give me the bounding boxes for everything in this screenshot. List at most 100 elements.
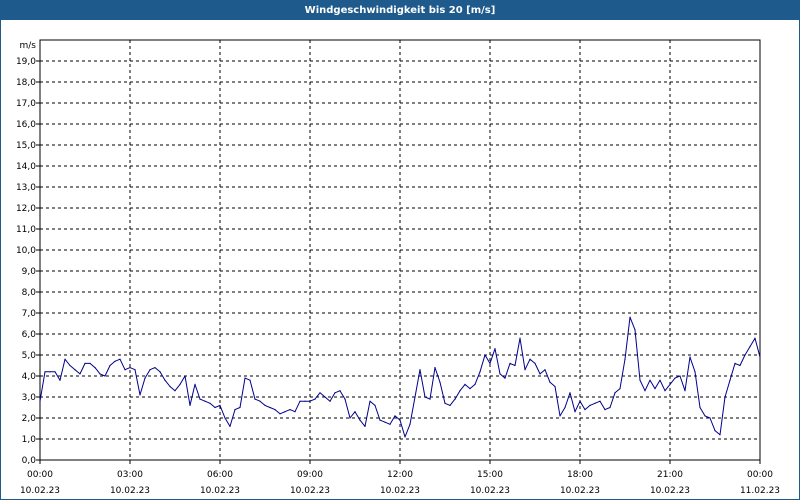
- data-point: [569, 392, 571, 394]
- data-point: [424, 396, 426, 398]
- x-tick-date-label: 10.02.23: [560, 486, 600, 496]
- data-point: [614, 392, 616, 394]
- data-point: [209, 402, 211, 404]
- x-axis: 00:00 10.02.23 03:00 10.02.23 06:00 10.02.23 0…: [20, 460, 780, 496]
- y-axis-unit-label: m/s: [20, 41, 37, 51]
- data-point: [54, 371, 56, 373]
- x-tick-date-label: 10.02.23: [20, 486, 60, 496]
- data-point: [329, 400, 331, 402]
- data-point: [74, 369, 76, 371]
- x-tick-time-label: 03:00: [117, 470, 143, 480]
- data-point: [169, 385, 171, 388]
- data-point: [669, 383, 671, 385]
- x-tick-date-label: 10.02.23: [200, 486, 240, 496]
- data-point: [359, 419, 361, 421]
- data-point: [304, 400, 306, 402]
- y-tick-label: 10,0: [16, 246, 36, 256]
- y-tick-label: 13,0: [16, 183, 36, 193]
- data-point: [594, 402, 596, 404]
- data-point: [299, 400, 301, 402]
- y-tick-label: 0,0: [22, 456, 37, 466]
- data-point: [294, 411, 296, 413]
- x-tick-time-label: 00:00: [747, 470, 773, 480]
- data-point: [529, 358, 531, 360]
- data-point: [109, 364, 111, 367]
- data-point: [599, 400, 601, 402]
- x-tick-date-label: 10.02.23: [470, 486, 510, 496]
- data-point: [574, 411, 576, 413]
- data-point: [499, 373, 501, 375]
- data-point: [174, 390, 176, 392]
- data-point: [709, 417, 711, 419]
- data-point: [434, 367, 436, 369]
- y-tick-label: 5,0: [22, 351, 37, 361]
- data-point: [104, 375, 106, 377]
- data-point: [179, 383, 181, 385]
- data-point: [444, 402, 446, 404]
- data-point: [744, 354, 746, 356]
- y-axis: m/s 0,0 1,0 2,0 3,0 4,0 5,0 6,0 7,0 8,0 9,0 10,0 11…: [16, 41, 40, 466]
- x-tick-time-label: 21:00: [657, 470, 683, 480]
- data-point: [644, 390, 646, 392]
- data-point: [419, 369, 421, 371]
- y-tick-label: 17,0: [16, 99, 36, 109]
- data-point: [114, 360, 116, 362]
- y-tick-label: 4,0: [22, 372, 37, 382]
- data-point: [59, 379, 61, 381]
- data-point: [684, 390, 686, 392]
- data-point: [189, 404, 191, 406]
- data-point: [659, 379, 661, 381]
- data-point: [229, 425, 231, 427]
- data-point: [44, 371, 46, 373]
- data-point: [519, 337, 521, 339]
- data-point: [119, 358, 121, 360]
- data-point: [319, 392, 321, 394]
- y-tick-label: 7,0: [22, 309, 37, 319]
- data-point: [549, 381, 551, 383]
- data-point: [649, 379, 651, 381]
- data-point: [459, 390, 461, 392]
- data-point: [494, 348, 496, 350]
- data-point: [619, 388, 621, 390]
- x-tick-time-label: 15:00: [477, 470, 503, 480]
- y-tick-label: 18,0: [16, 78, 36, 88]
- data-point: [349, 417, 351, 419]
- data-point: [404, 436, 406, 438]
- data-point: [609, 406, 611, 409]
- data-point: [564, 406, 566, 409]
- data-point: [129, 367, 131, 369]
- y-tick-label: 3,0: [22, 393, 37, 403]
- data-point: [374, 404, 376, 406]
- data-point: [714, 430, 716, 432]
- data-point: [39, 400, 41, 402]
- data-point: [704, 415, 706, 417]
- x-tick-date-label: 10.02.23: [650, 486, 690, 496]
- data-point: [259, 400, 261, 402]
- data-point: [99, 373, 101, 375]
- data-point: [64, 358, 66, 360]
- data-point: [244, 377, 246, 379]
- data-point: [724, 396, 726, 398]
- data-point: [279, 413, 281, 415]
- data-point: [689, 356, 691, 358]
- y-tick-label: 16,0: [16, 120, 36, 130]
- data-point: [639, 379, 641, 381]
- data-point: [264, 404, 266, 406]
- data-point: [254, 398, 256, 400]
- data-point: [79, 373, 81, 375]
- data-point: [239, 406, 241, 409]
- data-point: [484, 354, 486, 356]
- data-point: [49, 371, 51, 373]
- x-tick-date-label: 11.02.23: [740, 486, 780, 496]
- line-chart: m/s 0,0 1,0 2,0 3,0 4,0 5,0 6,0 7,0 8,0 9,0 10,0 11…: [16, 39, 780, 496]
- data-point: [314, 398, 316, 400]
- data-point: [149, 369, 151, 371]
- data-point: [219, 404, 221, 406]
- data-point: [134, 369, 136, 371]
- data-point: [339, 390, 341, 392]
- data-point: [249, 379, 251, 381]
- data-point: [654, 388, 656, 390]
- data-point: [84, 362, 86, 364]
- data-point: [159, 371, 161, 373]
- y-tick-label: 1,0: [22, 435, 37, 445]
